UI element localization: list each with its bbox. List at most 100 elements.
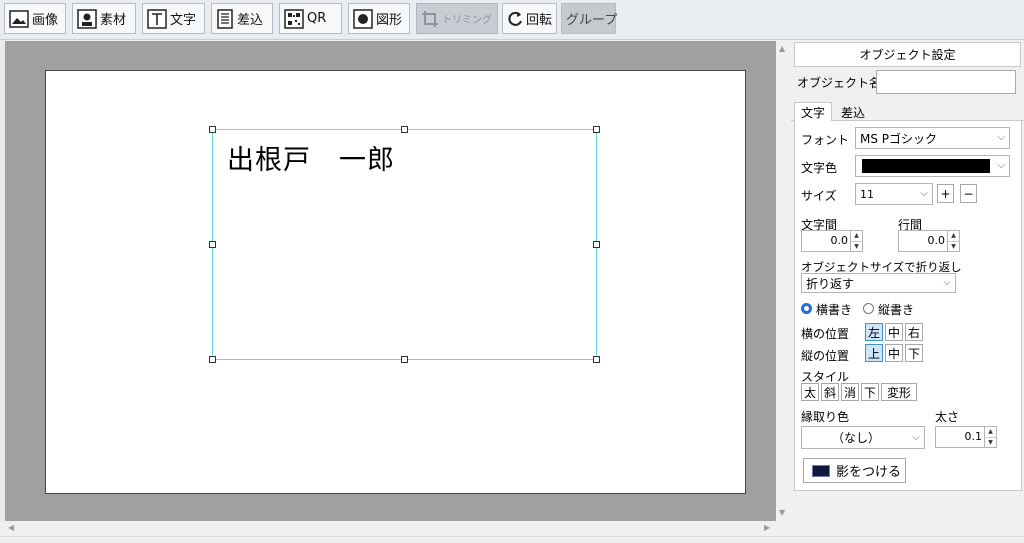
stepper-down-icon[interactable]: ▼ [851,241,862,251]
qr-button-label: QR [307,11,327,26]
thickness-label: 太さ [935,410,960,424]
image-button-label: 画像 [32,13,59,28]
resize-handle-bottom-left[interactable] [209,356,216,363]
v-align-top-button[interactable]: 上 [865,344,884,362]
line-spacing-value: 0.0 [927,234,946,247]
panel-title: オブジェクト設定 [794,42,1021,67]
char-spacing-stepper[interactable]: 0.0 ▲ ▼ [801,230,863,252]
trimming-button[interactable]: トリミング [416,3,498,34]
horizontal-writing-radio[interactable] [801,303,812,314]
stepper-up-icon[interactable]: ▲ [985,427,996,437]
stepper-up-icon[interactable]: ▲ [948,231,959,241]
horizontal-scrollbar[interactable]: ◀ ▶ [0,521,776,536]
chevron-down-icon: ⌵ [997,131,1005,143]
rotate-button[interactable]: 回転 [502,3,557,34]
text-button[interactable]: 文字 [142,3,205,34]
text-button-label: 文字 [170,13,197,28]
stepper-up-icon[interactable]: ▲ [851,231,862,241]
resize-handle-top[interactable] [401,126,408,133]
resize-handle-top-right[interactable] [593,126,600,133]
shape-button[interactable]: 図形 [348,3,410,34]
resize-handle-bottom-right[interactable] [593,356,600,363]
tab-text[interactable]: 文字 [794,102,833,122]
vertical-scrollbar[interactable]: ▲ ▼ [776,41,791,521]
font-label: フォント [801,133,850,147]
font-select-value: MS Pゴシック [860,131,938,146]
char-spacing-value: 0.0 [830,234,849,247]
wrap-select-value: 折り返す [806,276,855,291]
text-color-label: 文字色 [801,161,838,175]
horizontal-writing-label: 横書き [816,303,853,317]
shadow-icon [812,464,830,477]
resize-handle-top-left[interactable] [209,126,216,133]
scroll-left-icon[interactable]: ◀ [8,524,14,532]
text-color-select[interactable]: ⌵ [855,155,1010,177]
size-label: サイズ [801,189,837,203]
outline-color-select[interactable]: （なし） ⌵ [801,426,925,449]
resize-handle-bottom[interactable] [401,356,408,363]
stepper-down-icon[interactable]: ▼ [985,437,996,447]
size-increase-button[interactable]: + [937,184,954,203]
chevron-down-icon: ⌵ [920,187,928,199]
toolbar: 画像 素材 文字 差込 QR 図形 トリミング 回転 グループ [0,0,1024,40]
material-icon [77,8,97,29]
style-italic-button[interactable]: 斜 [821,383,840,401]
status-bar [0,536,1024,543]
tab-merge[interactable]: 差込 [835,102,871,122]
style-strike-button[interactable]: 消 [841,383,860,401]
size-select[interactable]: 11 ⌵ [855,183,933,205]
document-icon [216,8,234,29]
rotate-icon [507,11,523,27]
text-icon [147,8,167,29]
resize-handle-right[interactable] [593,241,600,248]
qr-button[interactable]: QR [279,3,342,34]
group-button[interactable]: グループ [561,3,617,34]
shape-button-label: 図形 [376,13,403,28]
scroll-right-icon[interactable]: ▶ [764,524,770,532]
crop-icon [421,10,439,28]
h-align-center-button[interactable]: 中 [885,323,904,341]
vertical-writing-label: 縦書き [878,303,915,317]
vertical-writing-radio[interactable] [863,303,874,314]
chevron-down-icon: ⌵ [943,276,951,288]
thickness-stepper[interactable]: 0.1 ▲ ▼ [935,426,997,448]
trimming-button-label: トリミング [442,15,492,26]
text-object[interactable]: 出根戸 一郎 [227,138,395,177]
h-align-right-button[interactable]: 右 [905,323,924,341]
scroll-down-icon[interactable]: ▼ [779,509,785,517]
image-button[interactable]: 画像 [4,3,66,34]
stepper-down-icon[interactable]: ▼ [948,241,959,251]
qr-code-icon [284,8,304,29]
shape-icon [353,8,373,29]
chevron-down-icon: ⌵ [912,431,920,443]
h-position-label: 横の位置 [801,327,850,341]
text-object-frame[interactable]: 出根戸 一郎 [209,126,600,363]
style-bold-button[interactable]: 太 [801,383,820,401]
resize-handle-left[interactable] [209,241,216,248]
rotate-button-label: 回転 [526,13,553,28]
merge-button-label: 差込 [237,13,264,28]
v-position-label: 縦の位置 [801,349,850,363]
line-spacing-stepper[interactable]: 0.0 ▲ ▼ [898,230,960,252]
style-transform-button[interactable]: 変形 [881,383,917,401]
text-settings-tab: フォント MS Pゴシック ⌵ 文字色 ⌵ サイズ 11 ⌵ + − 文字間 行… [794,121,1022,491]
scroll-up-icon[interactable]: ▲ [779,45,785,53]
image-icon [9,9,29,29]
style-underline-button[interactable]: 下 [861,383,880,401]
object-name-label: オブジェクト名 [797,76,882,90]
font-select[interactable]: MS Pゴシック ⌵ [855,127,1010,149]
outline-color-label: 縁取り色 [801,410,850,424]
wrap-select[interactable]: 折り返す ⌵ [801,273,956,293]
size-decrease-button[interactable]: − [960,184,977,203]
canvas-area[interactable]: 出根戸 一郎 [0,41,776,521]
h-align-left-button[interactable]: 左 [865,323,884,341]
chevron-down-icon: ⌵ [997,159,1005,171]
page-canvas[interactable]: 出根戸 一郎 [45,70,746,494]
add-shadow-button[interactable]: 影をつける [803,458,906,483]
v-align-middle-button[interactable]: 中 [885,344,904,362]
v-align-bottom-button[interactable]: 下 [905,344,924,362]
object-name-input[interactable] [876,70,1016,94]
merge-button[interactable]: 差込 [211,3,273,34]
add-shadow-label: 影をつける [836,465,902,480]
material-button[interactable]: 素材 [72,3,136,34]
